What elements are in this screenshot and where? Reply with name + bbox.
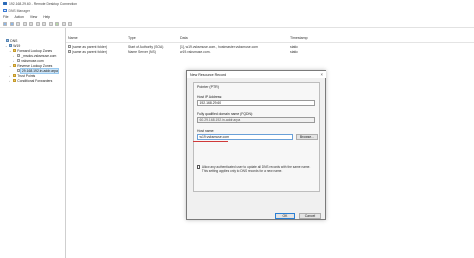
update-permission-option[interactable]: Allow any authenticated user to update a… (197, 165, 317, 173)
refresh-icon[interactable] (42, 21, 46, 26)
remote-desktop-title-bar: 192.168.29.60 - Remote Desktop Connectio… (0, 0, 474, 7)
group-title: Pointer (PTR) (197, 85, 219, 89)
pointer-group: Pointer (PTR) Host IP Address: 192.168.2… (193, 82, 320, 192)
browse-button[interactable]: Browse... (296, 134, 318, 140)
expand-arrow-icon[interactable]: ⌄ (9, 64, 12, 68)
update-permission-text: Allow any authenticated user to update a… (201, 165, 311, 174)
menu-help[interactable]: Help (43, 15, 50, 19)
update-permission-checkbox[interactable] (197, 165, 201, 169)
host-ip-label: Host IP Address: (197, 95, 223, 99)
host-name-label: Host name: (197, 129, 215, 133)
dialog-title-bar: New Resource Record (187, 71, 326, 78)
expand-arrow-icon[interactable]: › (13, 59, 16, 63)
menu-action[interactable]: Action (14, 15, 23, 19)
expand-arrow-icon[interactable]: ⌄ (9, 49, 12, 53)
folder-icon (12, 49, 17, 52)
record-icon (68, 45, 71, 48)
expand-arrow-icon[interactable]: › (9, 79, 12, 83)
ok-button[interactable]: OK (275, 213, 295, 219)
cell-type: Name Server (NS) (128, 49, 156, 54)
forward-icon[interactable] (9, 21, 14, 26)
annotation-underline (193, 141, 228, 142)
app-title-bar: DNS Manager (0, 7, 474, 14)
tree-node-conditional-forwarders[interactable]: › Conditional Forwarders (9, 78, 52, 83)
toolbar (0, 20, 474, 28)
up-folder-icon[interactable] (16, 21, 20, 26)
host-name-field[interactable]: w19.vsksmuse.com (197, 134, 293, 140)
expand-arrow-icon[interactable]: › (13, 54, 16, 58)
menu-file[interactable]: File (3, 15, 8, 19)
dialog-title: New Resource Record (190, 72, 227, 77)
fqdn-label: Fully qualified domain name (FQDN): (197, 112, 253, 116)
expand-arrow-icon[interactable]: ⌄ (5, 44, 8, 48)
show-hide-tree-icon[interactable] (22, 21, 27, 26)
app-title: DNS Manager (8, 8, 30, 13)
record-icon (68, 50, 71, 53)
help-icon[interactable] (55, 21, 59, 26)
cell-name: (same as parent folder) (68, 49, 107, 54)
cell-data: w19.vsksmuse.com. (180, 49, 211, 54)
folder-icon (12, 74, 17, 77)
dns-icon (5, 39, 10, 42)
export-list-icon[interactable] (48, 21, 53, 26)
new-resource-record-dialog: New Resource Record × Pointer (PTR) Host… (186, 70, 326, 220)
properties-icon[interactable] (35, 21, 40, 26)
filter-icon[interactable] (68, 21, 72, 26)
delete-icon[interactable] (29, 21, 33, 26)
zone-icon (16, 59, 21, 62)
folder-icon (12, 64, 17, 67)
host-ip-field[interactable]: 192.168.29.60 (197, 100, 315, 106)
back-icon[interactable] (3, 21, 7, 26)
folder-icon (12, 79, 17, 82)
server-icon (8, 44, 13, 47)
cancel-button[interactable]: Cancel (299, 213, 321, 219)
cell-timestamp: static (290, 49, 298, 54)
remote-desktop-icon (3, 2, 7, 5)
close-icon[interactable]: × (321, 72, 323, 78)
fqdn-field[interactable]: 60.29.168.192.in-addr.arpa (197, 117, 315, 123)
console-tree: DNS ⌄ W19 ⌄ Forward Lookup Zones › _msdc… (0, 28, 66, 258)
zone-icon (16, 69, 21, 72)
expand-arrow-icon[interactable]: › (9, 74, 12, 78)
menu-view[interactable]: View (30, 15, 37, 19)
new-record-icon[interactable] (61, 21, 66, 26)
remote-desktop-title: 192.168.29.60 - Remote Desktop Connectio… (9, 1, 78, 6)
zone-icon (16, 54, 21, 57)
dns-manager-icon (3, 8, 7, 13)
